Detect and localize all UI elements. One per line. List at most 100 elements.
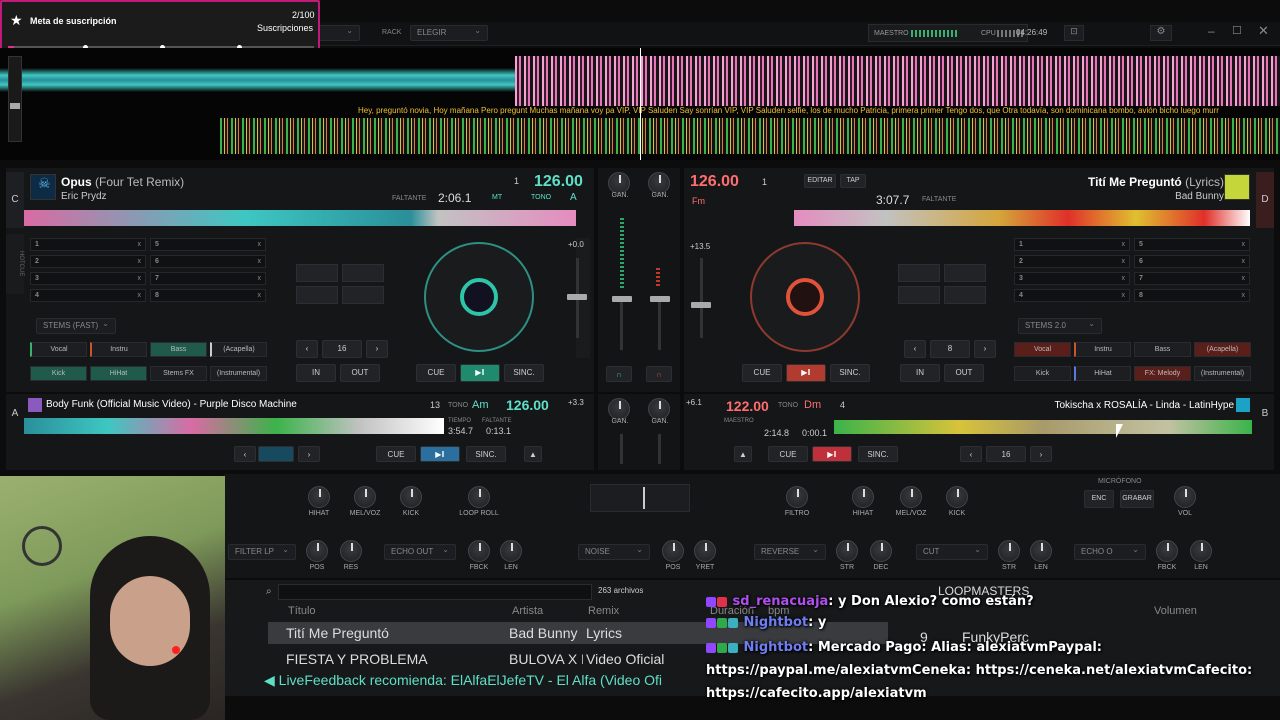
hotcue-slot[interactable]: 1x [30, 238, 146, 251]
user-pad[interactable] [342, 264, 384, 282]
search-input[interactable] [278, 584, 592, 600]
col-artist[interactable]: Artista [512, 605, 543, 617]
hihat-knob[interactable] [308, 486, 330, 508]
hotcue-slot[interactable]: 6x [1134, 255, 1250, 268]
len-knob[interactable] [1030, 540, 1052, 562]
hotcue-slot[interactable]: 7x [1134, 272, 1250, 285]
fx-select[interactable]: ECHO O [1074, 543, 1146, 560]
dec-knob[interactable] [870, 540, 892, 562]
minimize-icon[interactable]: – [1208, 24, 1215, 38]
kick-knob[interactable] [400, 486, 422, 508]
fbck-knob[interactable] [1156, 540, 1178, 562]
jog-center[interactable] [460, 278, 498, 316]
sync-button[interactable]: SINC. [504, 364, 544, 382]
hotcue-slot[interactable]: 2x [30, 255, 146, 268]
stem-button[interactable]: Stems FX [150, 366, 207, 381]
len-knob[interactable] [500, 540, 522, 562]
cue-button[interactable]: CUE [768, 446, 808, 462]
track-overview-waveform[interactable] [24, 418, 444, 434]
stem-button[interactable]: HiHat [1074, 366, 1131, 381]
loop-double-button[interactable]: › [1030, 446, 1052, 462]
hotcue-slot[interactable]: 5x [150, 238, 266, 251]
loop-length[interactable] [258, 446, 294, 462]
channel-fader-right[interactable] [658, 434, 661, 464]
loop-length[interactable]: 16 [322, 340, 362, 358]
res-knob[interactable] [340, 540, 362, 562]
pos-knob[interactable] [662, 540, 684, 562]
pitch-fader-track[interactable] [700, 258, 703, 338]
stem-button[interactable]: HiHat [90, 366, 147, 381]
jog-wheel[interactable] [750, 242, 860, 352]
pitch-fader-handle[interactable] [691, 302, 711, 308]
crossfader-handle[interactable] [643, 487, 645, 509]
len-knob[interactable] [1190, 540, 1212, 562]
stem-button[interactable]: Vocal [1014, 342, 1071, 357]
loop-half-button[interactable]: ‹ [296, 340, 318, 358]
pitch-fader-handle[interactable] [567, 294, 587, 300]
bpm-display[interactable]: 122.00 [726, 398, 769, 414]
loop-double-button[interactable]: › [366, 340, 388, 358]
settings-gear-icon[interactable]: ⚙ [1150, 25, 1172, 41]
hotcue-slot[interactable]: 2x [1014, 255, 1130, 268]
channel-fader-left[interactable] [620, 434, 623, 464]
layout-select[interactable] [318, 24, 360, 41]
sync-button[interactable]: SINC. [858, 446, 898, 462]
loop-length[interactable]: 8 [930, 340, 970, 358]
user-pad[interactable] [944, 286, 986, 304]
hotcue-slot[interactable]: 8x [150, 289, 266, 302]
stem-button[interactable]: (Instrumental) [1194, 366, 1251, 381]
loop-out-button[interactable]: OUT [944, 364, 984, 382]
loop-roll-knob[interactable] [468, 486, 490, 508]
crossfader[interactable] [590, 484, 690, 512]
stem-button[interactable]: (Acapella) [1194, 342, 1251, 357]
stems-mode-select[interactable]: STEMS (FAST) [36, 317, 116, 334]
hotcue-slot[interactable]: 6x [150, 255, 266, 268]
gain-knob-right[interactable] [648, 398, 670, 420]
eject-icon[interactable]: ▲ [734, 446, 752, 462]
loop-out-button[interactable]: OUT [340, 364, 380, 382]
mic-volume-knob[interactable] [1174, 486, 1196, 508]
pos-knob[interactable] [306, 540, 328, 562]
deck-letter-b[interactable]: B [1256, 394, 1274, 434]
loop-double-button[interactable]: › [298, 446, 320, 462]
close-icon[interactable]: ✕ [1258, 23, 1269, 39]
stem-button[interactable]: Bass [150, 342, 207, 357]
chat-username[interactable]: Nightbot [744, 615, 809, 630]
play-button[interactable]: ▶‖ [460, 364, 500, 382]
cue-button[interactable]: CUE [742, 364, 782, 382]
loop-half-button[interactable]: ‹ [960, 446, 982, 462]
channel-fader-left[interactable] [612, 296, 632, 302]
user-pad[interactable] [898, 264, 940, 282]
mt-label[interactable]: MT [492, 194, 502, 201]
bpm-display[interactable]: 126.00 [690, 173, 739, 191]
cue-button[interactable]: CUE [376, 446, 416, 462]
hotcue-slot[interactable]: 4x [30, 289, 146, 302]
deck-letter-c[interactable]: C [6, 172, 24, 228]
tono-label[interactable]: TONO [531, 194, 551, 201]
loop-in-button[interactable]: IN [296, 364, 336, 382]
str-knob[interactable] [998, 540, 1020, 562]
chat-username[interactable]: Nightbot [744, 640, 809, 655]
stem-button[interactable]: Kick [30, 366, 87, 381]
jog-center[interactable] [786, 278, 824, 316]
stem-button[interactable]: (Instrumental) [210, 366, 267, 381]
hotcue-slot[interactable]: 5x [1134, 238, 1250, 251]
sync-button[interactable]: SINC. [466, 446, 506, 462]
key-display[interactable]: A [570, 192, 577, 203]
fx-select[interactable]: REVERSE [754, 543, 826, 560]
hotcue-tab[interactable]: HOTCUE [6, 234, 24, 294]
track-overview-waveform[interactable] [834, 420, 1252, 434]
headphone-icon[interactable]: ∩ [606, 366, 632, 382]
track-overview-waveform[interactable] [794, 210, 1250, 226]
key-display[interactable]: Dm [804, 399, 821, 411]
stem-button[interactable]: FX: Melody [1134, 366, 1191, 381]
deck-letter-d[interactable]: D [1256, 172, 1274, 228]
user-pad[interactable] [944, 264, 986, 282]
key-display[interactable]: Fm [692, 196, 705, 206]
eject-icon[interactable]: ▲ [524, 446, 542, 462]
hotcue-slot[interactable]: 3x [1014, 272, 1130, 285]
fbck-knob[interactable] [468, 540, 490, 562]
hotcue-slot[interactable]: 1x [1014, 238, 1130, 251]
channel-fader-track-left[interactable] [620, 298, 623, 350]
hotcue-slot[interactable]: 7x [150, 272, 266, 285]
